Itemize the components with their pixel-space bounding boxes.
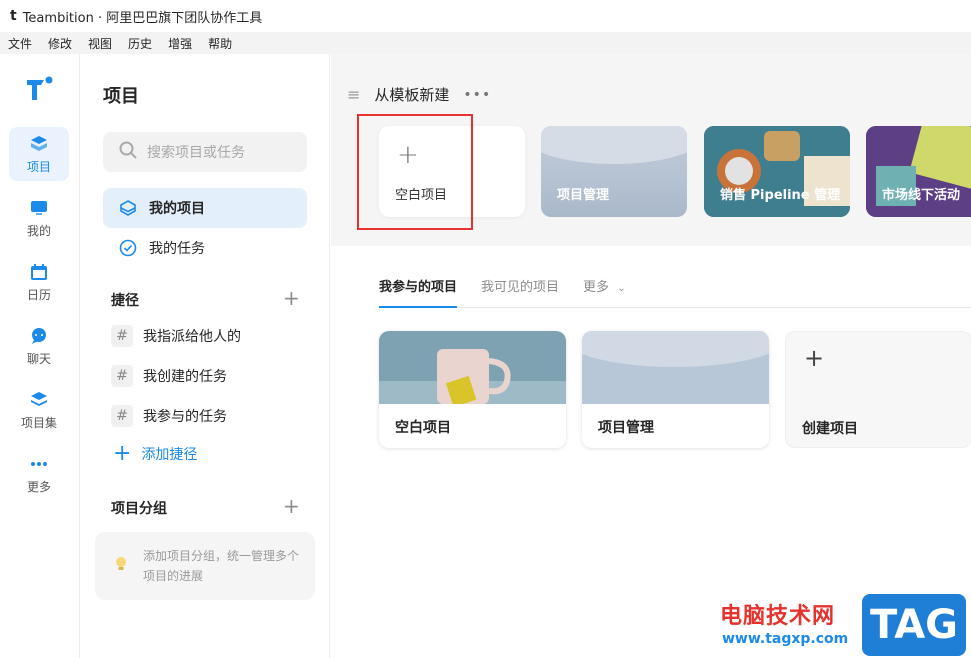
template-card-label: 项目管理 <box>557 188 610 203</box>
my-tasks-item[interactable]: 我的任务 <box>103 228 307 268</box>
tab-participating[interactable]: 我参与的项目 <box>379 276 458 308</box>
menu-bar: 文件 修改 视图 历史 增强 帮助 <box>0 32 971 54</box>
shortcuts-title: 捷径 <box>111 293 139 309</box>
shortcut-item[interactable]: # 我创建的任务 <box>111 364 227 388</box>
menu-help[interactable]: 帮助 <box>200 35 240 52</box>
menu-lines-icon[interactable]: ≡ <box>347 85 360 104</box>
add-group-plus-icon[interactable]: + <box>283 496 300 516</box>
nav-item-me[interactable]: 我的 <box>9 191 69 245</box>
project-cover-image <box>582 331 769 404</box>
tab-visible[interactable]: 我可见的项目 <box>481 276 559 308</box>
nav-item-chat[interactable]: 聊天 <box>9 319 69 373</box>
nav-label: 日历 <box>26 287 51 302</box>
menu-view[interactable]: 视图 <box>80 35 120 52</box>
search-input[interactable]: 搜索项目或任务 <box>103 132 307 172</box>
my-tasks-label: 我的任务 <box>149 241 205 257</box>
add-shortcut-label: 添加捷径 <box>141 447 198 463</box>
nav-label: 项目 <box>26 159 51 174</box>
shortcut-item[interactable]: # 我参与的任务 <box>111 404 227 428</box>
template-card-project-mgmt[interactable]: 项目管理 <box>541 126 687 217</box>
nav-label: 聊天 <box>26 351 51 366</box>
app-logo-icon: t <box>10 8 17 24</box>
template-cover-image <box>866 126 971 217</box>
me-icon <box>29 198 49 218</box>
group-hint-text: 添加项目分组，统一管理多个项目的进展 <box>143 549 300 583</box>
highlight-box <box>357 114 473 230</box>
project-icon <box>29 134 49 154</box>
left-nav: 项目 我的 日历 聊天 项目集 更多 <box>0 54 80 658</box>
chat-icon <box>29 326 49 346</box>
groups-title: 项目分组 <box>111 501 167 517</box>
chevron-down-icon: ⌄ <box>617 283 626 294</box>
watermark-text: 电脑技术网 <box>720 604 836 629</box>
nav-item-more[interactable]: 更多 <box>9 447 69 501</box>
title-bar: t Teambition · 阿里巴巴旗下团队协作工具 <box>0 0 971 32</box>
template-card-marketing-event[interactable]: 市场线下活动 <box>866 126 971 217</box>
ellipsis-icon[interactable]: ••• <box>463 87 491 103</box>
create-project-card[interactable]: + 创建项目 <box>785 331 971 448</box>
template-card-sales-pipeline[interactable]: 销售 Pipeline 管理 <box>704 126 850 217</box>
menu-file[interactable]: 文件 <box>0 35 40 52</box>
group-hint-box: 添加项目分组，统一管理多个项目的进展 <box>95 532 315 600</box>
layers-icon <box>29 390 49 410</box>
watermark-url: www.tagxp.com <box>722 631 849 647</box>
project-card-project-mgmt[interactable]: 项目管理 <box>582 331 769 448</box>
nav-label: 我的 <box>26 223 51 238</box>
project-card-label: 空白项目 <box>395 420 451 436</box>
project-icon <box>119 199 139 217</box>
watermark-tag-logo: TAG <box>862 594 966 656</box>
nav-item-portfolio[interactable]: 项目集 <box>9 383 69 437</box>
project-tabs: 我参与的项目 我可见的项目 更多 ⌄ <box>379 276 971 308</box>
lightbulb-icon <box>115 556 127 578</box>
project-card-blank[interactable]: 空白项目 <box>379 331 566 448</box>
tab-more[interactable]: 更多 ⌄ <box>583 276 626 308</box>
teambition-logo-icon[interactable] <box>24 74 54 104</box>
menu-enhance[interactable]: 增强 <box>160 35 200 52</box>
hash-icon: # <box>111 325 133 347</box>
hash-icon: # <box>111 405 133 427</box>
plus-icon: + <box>804 344 825 372</box>
project-card-label: 项目管理 <box>598 420 654 436</box>
shortcut-item[interactable]: # 我指派给他人的 <box>111 324 241 348</box>
shortcut-label: 我参与的任务 <box>143 409 227 425</box>
hash-icon: # <box>111 365 133 387</box>
tab-more-label: 更多 <box>583 280 610 295</box>
panel-title: 项目 <box>103 86 139 107</box>
window-title: Teambition · 阿里巴巴旗下团队协作工具 <box>22 10 263 26</box>
plus-icon: + <box>113 441 132 466</box>
add-shortcut-button[interactable]: + 添加捷径 <box>113 441 198 466</box>
template-header: ≡ 从模板新建 ••• <box>347 84 491 105</box>
shortcut-label: 我指派给他人的 <box>143 329 241 345</box>
my-projects-item[interactable]: 我的项目 <box>103 188 307 228</box>
project-cover-image <box>379 331 566 404</box>
nav-item-calendar[interactable]: 日历 <box>9 255 69 309</box>
nav-label: 更多 <box>26 479 51 494</box>
my-projects-label: 我的项目 <box>149 201 205 217</box>
template-cover-image <box>541 126 687 164</box>
shortcut-label: 我创建的任务 <box>143 369 227 385</box>
check-circle-icon <box>119 239 139 257</box>
menu-edit[interactable]: 修改 <box>40 35 80 52</box>
project-card-label: 创建项目 <box>802 421 858 437</box>
template-card-label: 销售 Pipeline 管理 <box>720 188 841 203</box>
search-placeholder: 搜索项目或任务 <box>147 145 245 161</box>
template-cover-image <box>704 126 850 217</box>
add-shortcut-plus-icon[interactable]: + <box>283 288 300 308</box>
template-card-label: 市场线下活动 <box>882 188 961 203</box>
nav-label: 项目集 <box>20 415 57 430</box>
search-icon <box>119 141 137 163</box>
calendar-icon <box>29 262 49 282</box>
nav-item-project[interactable]: 项目 <box>9 127 69 181</box>
template-title: 从模板新建 <box>374 86 450 104</box>
project-panel: 项目 搜索项目或任务 我的项目 我的任务 捷径 + # 我指派给他人的 # 我创… <box>81 54 330 658</box>
more-icon <box>29 454 49 474</box>
menu-history[interactable]: 历史 <box>120 35 160 52</box>
